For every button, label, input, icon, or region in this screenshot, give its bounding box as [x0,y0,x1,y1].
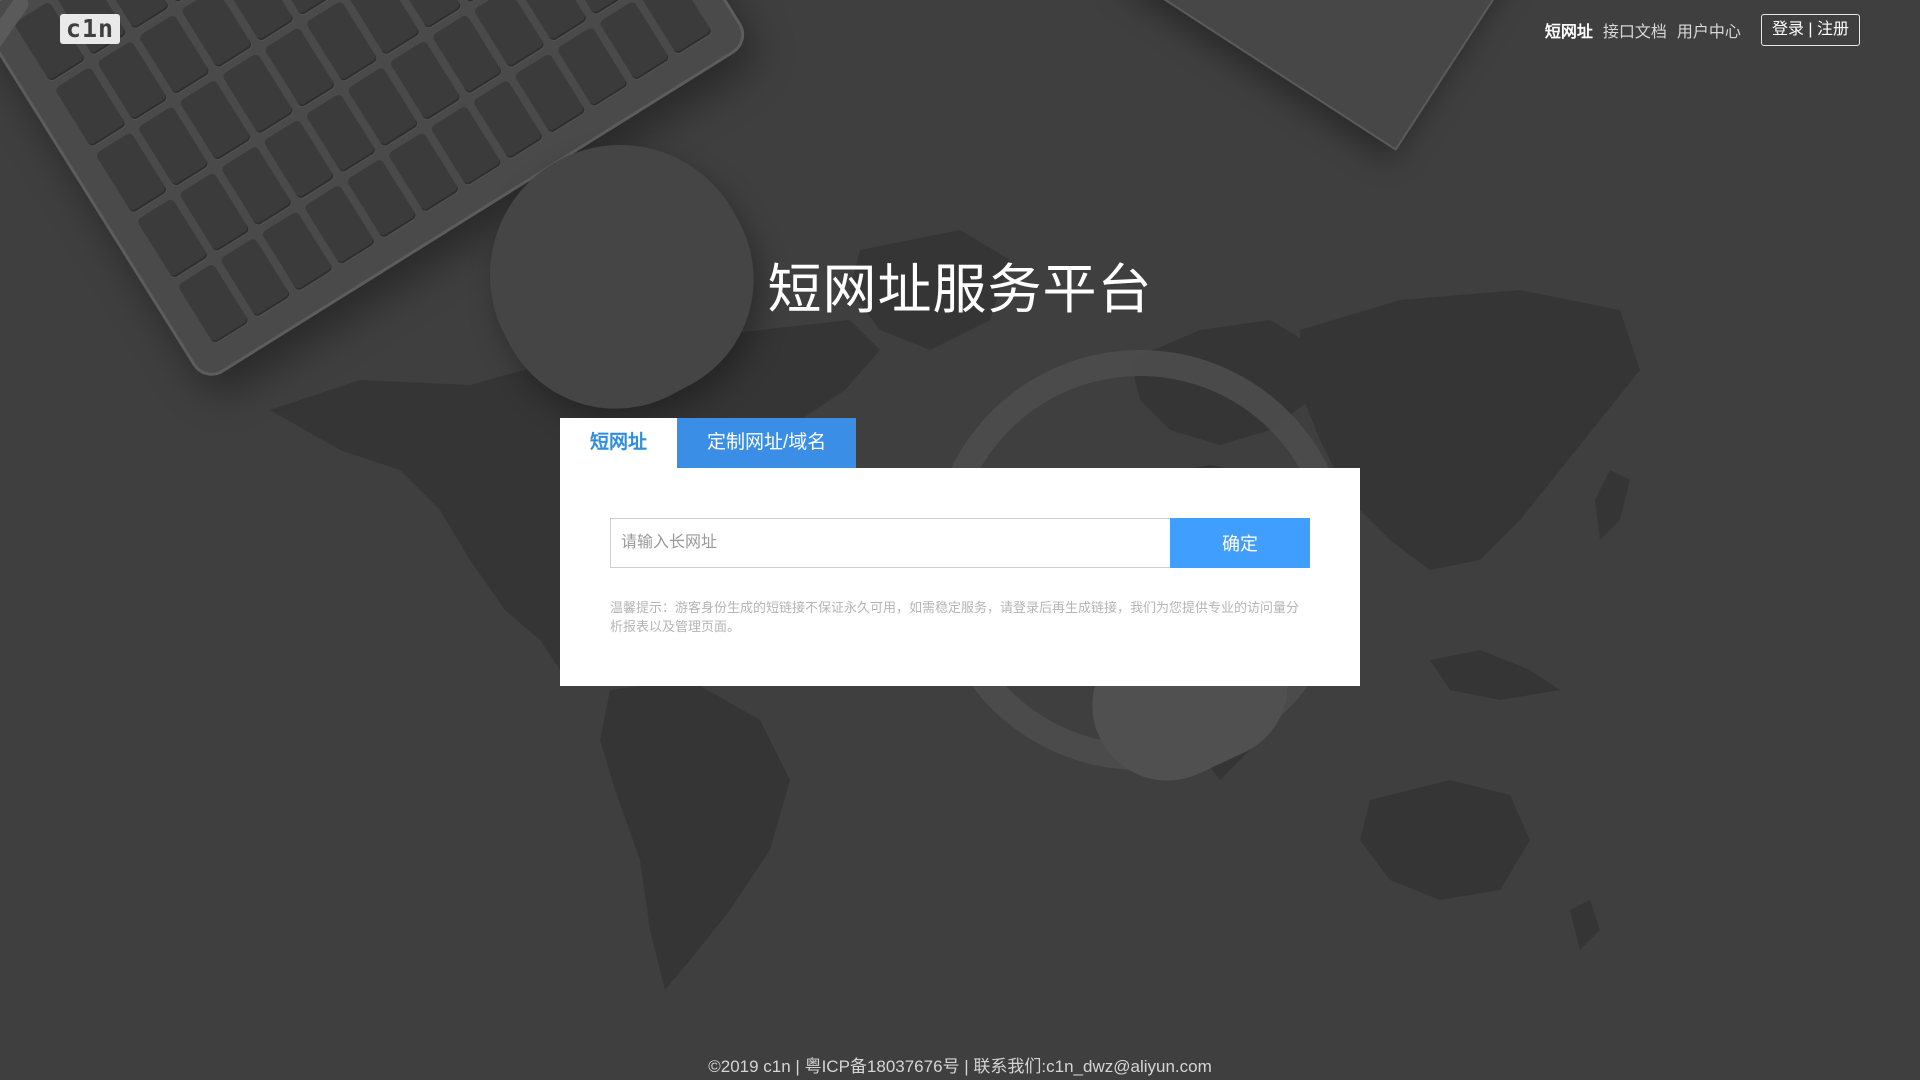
login-register-button[interactable]: 登录 | 注册 [1760,14,1860,46]
tab-custom-url-domain[interactable]: 定制网址/域名 [677,418,857,468]
guest-notice: 温馨提示：游客身份生成的短链接不保证永久可用，如需稳定服务，请登录后再生成链接，… [610,600,1300,634]
tab-short-url[interactable]: 短网址 [560,418,678,468]
nav-link-api-docs[interactable]: 接口文档 [1603,18,1667,42]
logo[interactable]: c1n [60,14,120,44]
footer-copyright: ©2019 c1n | 粤ICP备18037676号 | 联系我们:c1n_dw… [708,1057,1212,1076]
page-title: 短网址服务平台 [767,260,1153,320]
confirm-button[interactable]: 确定 [1170,518,1310,568]
top-navigation: 短网址 接口文档 用户中心 登录 | 注册 [1535,14,1860,46]
nav-link-short-url[interactable]: 短网址 [1545,18,1593,42]
nav-link-user-center[interactable]: 用户中心 [1677,18,1741,42]
mode-tabs: 短网址 定制网址/域名 [560,418,857,468]
long-url-input[interactable] [610,518,1170,568]
shorten-form-card: 确定 温馨提示：游客身份生成的短链接不保证永久可用，如需稳定服务，请登录后再生成… [560,468,1360,686]
